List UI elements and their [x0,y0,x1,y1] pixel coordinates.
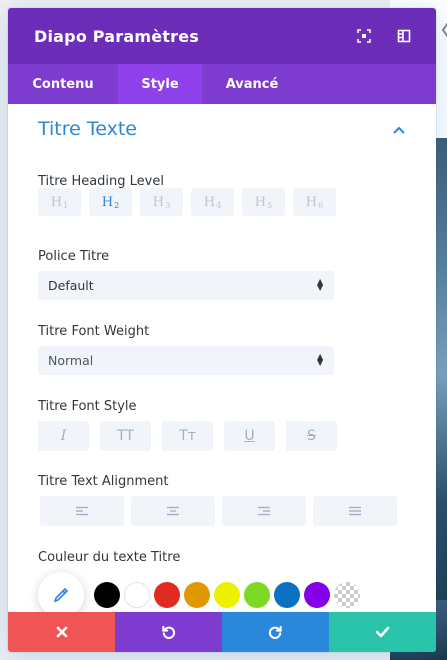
underline-button[interactable]: U [224,421,275,451]
split-view-icon[interactable] [394,26,414,46]
expand-icon[interactable] [354,26,374,46]
align-justify-button[interactable] [313,496,397,526]
align-right-icon [258,506,270,516]
swatch-yellow[interactable] [214,582,240,608]
font-weight-select-value: Normal [48,353,94,368]
swatch-purple[interactable] [304,582,330,608]
tab-contenu[interactable]: Contenu [8,64,118,104]
undo-icon [162,625,176,639]
redo-icon [268,625,282,639]
select-arrows-icon: ▲ ▼ [317,352,324,367]
modal-header[interactable]: Diapo Paramètres [8,8,436,64]
color-swatches [94,582,360,608]
heading-h2-button[interactable]: H2 [89,188,132,216]
heading-h3-button[interactable]: H3 [140,188,183,216]
color-picker-button[interactable] [38,572,84,612]
align-left-button[interactable] [40,496,124,526]
heading-h5-button[interactable]: H5 [242,188,285,216]
swatch-blue[interactable] [274,582,300,608]
font-weight-select[interactable]: Normal ▲ ▼ [38,346,334,375]
align-left-icon [76,506,88,516]
background-glyph-icon [440,22,447,42]
swatch-white[interactable] [124,582,150,608]
tab-bar: Contenu Style Avancé [8,64,436,104]
align-center-button[interactable] [131,496,215,526]
font-select[interactable]: Default ▲ ▼ [38,271,334,300]
swatch-transparent[interactable] [334,582,360,608]
modal-title: Diapo Paramètres [34,26,199,46]
text-color-label: Couleur du texte Titre [38,550,181,565]
font-select-value: Default [48,278,94,293]
discard-button[interactable] [8,612,115,652]
redo-button[interactable] [222,612,329,652]
font-label: Police Titre [38,249,110,264]
font-style-buttons: I TT Tт U S [38,421,337,451]
tab-style[interactable]: Style [118,64,202,104]
text-alignment-label: Titre Text Alignment [38,474,169,489]
close-icon [56,626,67,638]
section-title: Titre Texte [38,118,137,140]
save-button[interactable] [329,612,436,652]
italic-button[interactable]: I [38,421,89,451]
align-right-button[interactable] [222,496,306,526]
settings-content[interactable]: Titre Texte Titre Heading Level H1 H2 H3… [8,104,436,612]
strikethrough-button[interactable]: S [286,421,337,451]
swatch-green[interactable] [244,582,270,608]
heading-h6-button[interactable]: H6 [293,188,336,216]
tab-avance[interactable]: Avancé [202,64,302,104]
font-weight-label: Titre Font Weight [38,324,150,339]
chevron-up-icon[interactable] [392,120,406,139]
align-center-icon [167,506,179,516]
section-header[interactable]: Titre Texte [38,118,406,140]
heading-h4-button[interactable]: H4 [191,188,234,216]
font-style-label: Titre Font Style [38,399,137,414]
select-arrows-icon: ▲ ▼ [317,277,324,292]
swatch-black[interactable] [94,582,120,608]
uppercase-button[interactable]: TT [100,421,151,451]
eyedropper-icon [53,587,69,603]
undo-button[interactable] [115,612,222,652]
modal-footer [8,612,436,652]
checkmark-icon [375,626,390,638]
capitalize-button[interactable]: Tт [162,421,213,451]
heading-h1-button[interactable]: H1 [38,188,81,216]
heading-level-buttons: H1 H2 H3 H4 H5 H6 [38,188,336,216]
text-alignment-buttons [40,496,397,526]
swatch-red[interactable] [154,582,180,608]
align-justify-icon [349,506,361,516]
settings-modal: Diapo Paramètres Contenu Style Avancé Ti… [8,8,436,652]
heading-level-label: Titre Heading Level [38,174,164,189]
swatch-orange[interactable] [184,582,210,608]
